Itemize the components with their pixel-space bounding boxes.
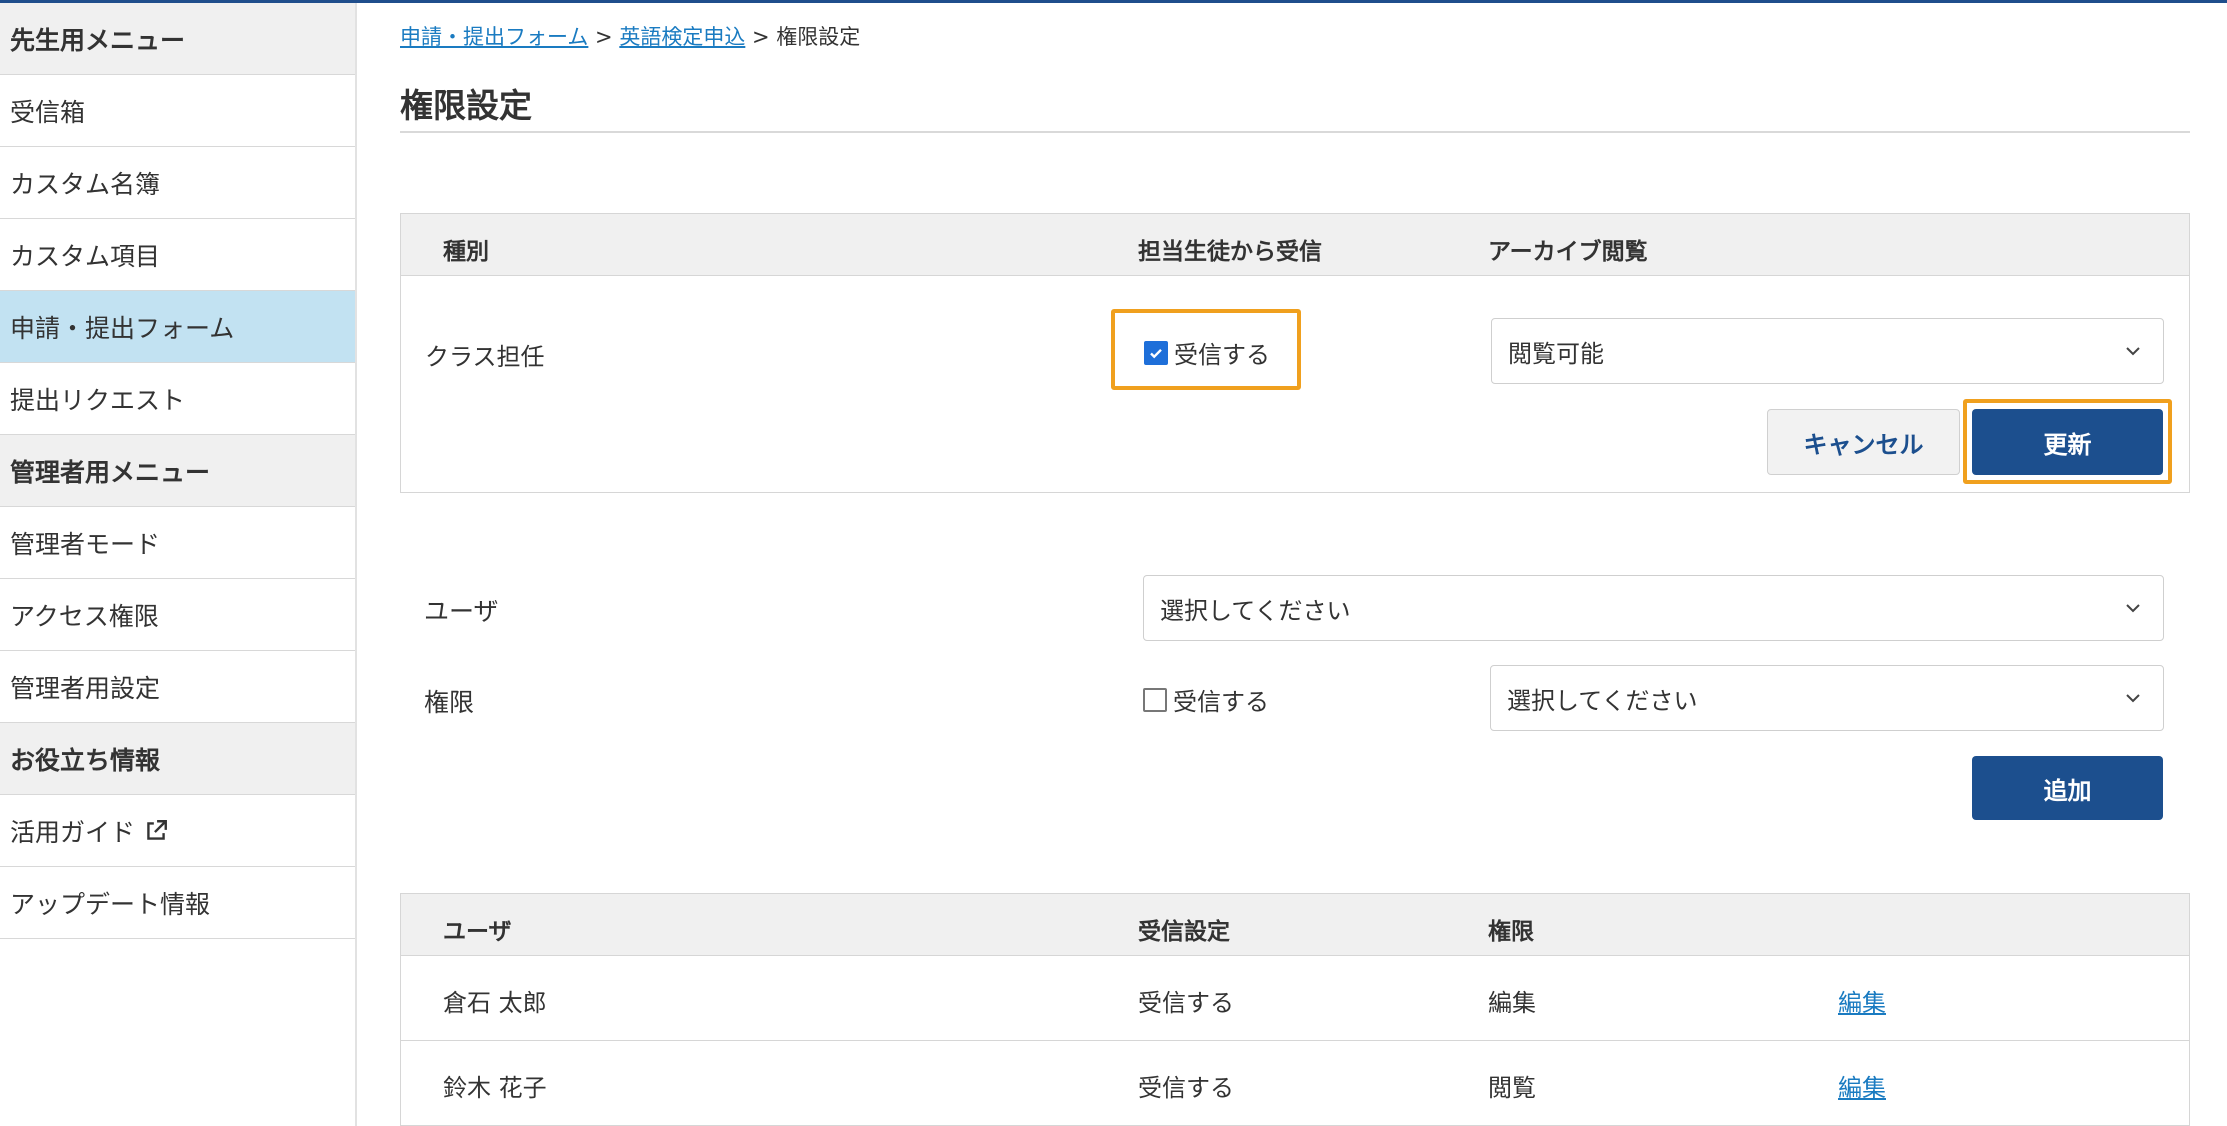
chevron-down-icon (2126, 694, 2140, 703)
edit-link[interactable]: 編集 (1838, 983, 1886, 1018)
header-permission: 権限 (1488, 919, 1534, 945)
breadcrumb-separator: > (588, 25, 620, 49)
checkbox-unchecked-icon[interactable] (1143, 687, 1167, 712)
sidebar-item-guide[interactable]: 活用ガイド (0, 795, 355, 867)
sidebar-item-updates[interactable]: アップデート情報 (0, 867, 355, 939)
sidebar-header-teacher-menu: 先生用メニュー (0, 3, 355, 75)
sidebar-item-forms[interactable]: 申請・提出フォーム (0, 291, 355, 363)
page-title: 権限設定 (400, 86, 532, 125)
table-row: 倉石 太郎 受信する 編集 編集 (401, 956, 2189, 1041)
sidebar-item-guide-label: 活用ガイド (10, 817, 136, 847)
sidebar-item-custom-roster[interactable]: カスタム名簿 (0, 147, 355, 219)
breadcrumb-separator: > (745, 25, 777, 49)
users-permission-table: ユーザ 受信設定 権限 倉石 太郎 受信する 編集 編集 鈴木 花子 受信する … (400, 893, 2190, 1126)
permission-select[interactable]: 選択してください (1490, 665, 2164, 731)
receive-setting: 受信する (1138, 989, 1234, 1017)
edit-link[interactable]: 編集 (1838, 1068, 1886, 1103)
permission-label: 権限 (424, 688, 475, 717)
users-table-header: ユーザ 受信設定 権限 (401, 894, 2189, 956)
role-type-class-teacher: クラス担任 (425, 343, 545, 371)
receive-checkbox[interactable]: 受信する (1144, 335, 1270, 370)
breadcrumb-link-eiken[interactable]: 英語検定申込 (619, 25, 745, 49)
permission-value: 閲覧 (1488, 1074, 1536, 1102)
add-receive-checkbox-label: 受信する (1173, 688, 1269, 716)
sidebar-item-inbox[interactable]: 受信箱 (0, 75, 355, 147)
receive-setting: 受信する (1138, 1074, 1234, 1102)
sidebar-header-useful-info: お役立ち情報 (0, 723, 355, 795)
role-permission-table: 種別 担当生徒から受信 アーカイブ閲覧 クラス担任 受信する 閲覧可能 キャンセ… (400, 213, 2190, 493)
update-button[interactable]: 更新 (1972, 409, 2163, 475)
header-receive-from-students: 担当生徒から受信 (1138, 239, 1322, 265)
chevron-down-icon (2126, 604, 2140, 613)
checkbox-checked-icon[interactable] (1144, 340, 1168, 365)
sidebar-item-custom-fields[interactable]: カスタム項目 (0, 219, 355, 291)
breadcrumb-link-forms[interactable]: 申請・提出フォーム (400, 25, 588, 49)
chevron-down-icon (2126, 347, 2140, 356)
header-user: ユーザ (443, 919, 512, 945)
permission-value: 編集 (1488, 989, 1536, 1017)
header-archive-view: アーカイブ閲覧 (1488, 239, 1648, 265)
role-table-header: 種別 担当生徒から受信 アーカイブ閲覧 (401, 214, 2189, 276)
external-link-icon (147, 819, 167, 840)
user-name: 鈴木 花子 (443, 1074, 547, 1102)
sidebar-item-admin-settings[interactable]: 管理者用設定 (0, 651, 355, 723)
user-name: 倉石 太郎 (443, 989, 547, 1017)
breadcrumb-current: 権限設定 (776, 25, 861, 49)
user-select[interactable]: 選択してください (1143, 575, 2164, 641)
sidebar: 先生用メニュー 受信箱 カスタム名簿 カスタム項目 申請・提出フォーム 提出リク… (0, 3, 357, 1126)
receive-checkbox-label: 受信する (1174, 341, 1270, 369)
sidebar-item-admin-mode[interactable]: 管理者モード (0, 507, 355, 579)
cancel-button[interactable]: キャンセル (1767, 409, 1960, 475)
sidebar-item-access-rights[interactable]: アクセス権限 (0, 579, 355, 651)
title-divider (400, 131, 2190, 133)
sidebar-item-submission-requests[interactable]: 提出リクエスト (0, 363, 355, 435)
sidebar-header-admin-menu: 管理者用メニュー (0, 435, 355, 507)
user-select-placeholder: 選択してください (1160, 596, 1351, 625)
user-label: ユーザ (424, 597, 499, 626)
archive-view-select[interactable]: 閲覧可能 (1491, 318, 2164, 384)
breadcrumb: 申請・提出フォーム > 英語検定申込 > 権限設定 (400, 21, 860, 51)
add-receive-checkbox[interactable]: 受信する (1143, 682, 1269, 717)
add-button[interactable]: 追加 (1972, 756, 2163, 820)
table-row: 鈴木 花子 受信する 閲覧 編集 (401, 1041, 2189, 1126)
header-type: 種別 (443, 239, 489, 265)
permission-select-placeholder: 選択してください (1507, 686, 1698, 715)
header-receive-setting: 受信設定 (1138, 919, 1230, 945)
archive-view-select-value: 閲覧可能 (1508, 339, 1604, 368)
